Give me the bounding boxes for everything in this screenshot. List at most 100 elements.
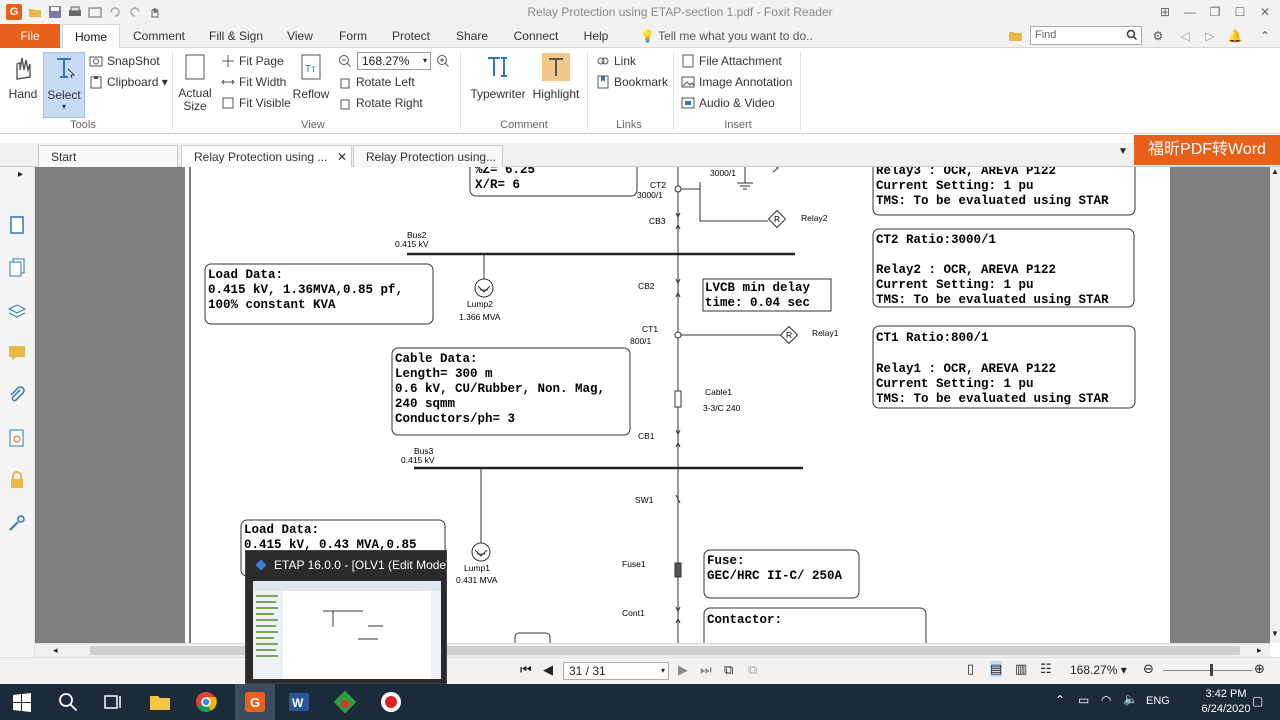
actual-size-button[interactable]: Actual Size: [176, 52, 214, 113]
scroll-up-icon[interactable]: ▲: [1271, 167, 1279, 176]
search-icon[interactable]: [56, 690, 80, 714]
page-icon[interactable]: [7, 215, 27, 235]
file-attachment-button[interactable]: File Attachment: [681, 52, 782, 70]
task-view-icon[interactable]: [101, 690, 125, 714]
hand-button[interactable]: Hand: [6, 52, 40, 101]
lock-icon[interactable]: [7, 470, 27, 490]
gear-icon[interactable]: ⚙: [1148, 26, 1168, 46]
pdf-to-word-banner[interactable]: 福昕PDF转Word: [1134, 135, 1280, 165]
audio-video-button[interactable]: Audio & Video: [681, 94, 775, 112]
tab-start[interactable]: Start: [38, 145, 178, 167]
link-button[interactable]: Link: [596, 52, 636, 70]
close-icon[interactable]: ✕: [1255, 2, 1275, 22]
scroll-left-icon[interactable]: ◂: [53, 645, 58, 656]
continuous-facing-icon[interactable]: ☷: [1040, 661, 1052, 677]
windows-start-icon[interactable]: [10, 690, 34, 714]
signature-icon[interactable]: [7, 428, 27, 448]
tab-view[interactable]: View: [280, 24, 320, 48]
tab-home[interactable]: Home: [62, 24, 120, 49]
screen-recorder-icon[interactable]: [379, 690, 403, 714]
previous-page-icon[interactable]: ◀: [543, 662, 553, 678]
search-icon[interactable]: [1126, 29, 1138, 41]
tab-form[interactable]: Form: [333, 24, 373, 48]
chrome-icon[interactable]: [194, 690, 218, 714]
foxit-taskbar-button[interactable]: G: [235, 684, 275, 720]
tab-list-dropdown-icon[interactable]: ▼: [1118, 146, 1128, 157]
horizontal-scrollbar[interactable]: ◂ ▸: [35, 643, 1270, 657]
scroll-right-icon[interactable]: ▸: [1257, 645, 1262, 656]
comments-icon[interactable]: [7, 343, 27, 363]
notification-icon[interactable]: ▢: [1252, 694, 1263, 708]
wifi-icon[interactable]: ◠: [1101, 693, 1111, 707]
typewriter-button[interactable]: Typewriter: [468, 52, 528, 101]
zoom-select[interactable]: 168.27% ▾: [357, 52, 431, 70]
etap-icon[interactable]: [333, 690, 357, 714]
continuous-page-icon[interactable]: ▤: [990, 661, 1003, 677]
tab-protect[interactable]: Protect: [386, 24, 436, 48]
language-indicator[interactable]: ENG: [1146, 695, 1170, 707]
pages-thumbnail-icon[interactable]: [7, 258, 27, 278]
facing-page-icon[interactable]: ▥: [1015, 661, 1027, 677]
tab-document-2[interactable]: Relay Protection using...: [353, 145, 503, 167]
maximize-icon[interactable]: ☐: [1230, 2, 1250, 22]
next-view-icon[interactable]: ⧉: [748, 662, 757, 678]
snapshot-button[interactable]: SnapShot: [89, 52, 160, 70]
clock[interactable]: 3:42 PM 6/24/2020: [1196, 687, 1256, 717]
tab-share[interactable]: Share: [450, 24, 494, 48]
zoom-out-status-icon[interactable]: ⊖: [1143, 661, 1154, 677]
first-page-icon[interactable]: ⏮: [520, 662, 532, 678]
last-page-icon[interactable]: ⏭: [700, 662, 712, 678]
tab-document-active[interactable]: Relay Protection using ... ✕: [181, 145, 352, 167]
minimize-icon[interactable]: —: [1180, 2, 1200, 22]
forward-icon[interactable]: ▷: [1200, 26, 1220, 46]
rotate-left-button[interactable]: Rotate Left: [338, 73, 415, 91]
fit-visible-button[interactable]: Fit Visible: [221, 94, 291, 112]
back-icon[interactable]: ◁: [1175, 26, 1195, 46]
show-hidden-icons-icon[interactable]: ⌃: [1055, 693, 1065, 707]
restore-icon[interactable]: ❐: [1205, 2, 1225, 22]
select-button[interactable]: Select ▾: [43, 52, 85, 118]
next-page-icon[interactable]: ▶: [678, 662, 688, 678]
attachment-icon[interactable]: [7, 385, 27, 405]
tab-file[interactable]: File: [0, 24, 60, 48]
tab-fill-sign[interactable]: Fill & Sign: [205, 24, 267, 48]
folder-search-icon[interactable]: [1008, 29, 1024, 43]
bell-icon[interactable]: 🔔: [1225, 26, 1245, 46]
document-viewport[interactable]: %Z= 6.25 X/R= 6 3000/1 CT2 3000/1 R Rela…: [35, 167, 1270, 643]
previous-view-icon[interactable]: ⧉: [724, 662, 733, 678]
collapse-ribbon-icon[interactable]: ⌃: [1255, 26, 1275, 46]
layers-icon[interactable]: [7, 301, 27, 321]
vertical-scrollbar[interactable]: ▲ ▼: [1270, 167, 1280, 643]
tab-connect[interactable]: Connect: [508, 24, 564, 48]
tab-help[interactable]: Help: [578, 24, 614, 48]
find-input[interactable]: Find: [1030, 26, 1142, 45]
single-page-icon[interactable]: ▯: [967, 661, 974, 677]
battery-icon[interactable]: ▭: [1078, 693, 1089, 707]
page-number-input[interactable]: 31 / 31 ▾: [563, 662, 669, 680]
zoom-out-icon[interactable]: [338, 54, 352, 68]
highlight-button[interactable]: Highlight: [532, 52, 580, 101]
zoom-slider[interactable]: [1163, 670, 1253, 671]
zoom-slider-handle[interactable]: [1210, 664, 1213, 676]
rotate-right-button[interactable]: Rotate Right: [338, 94, 423, 112]
zoom-in-status-icon[interactable]: ⊕: [1254, 661, 1265, 677]
image-annotation-button[interactable]: Image Annotation: [681, 73, 792, 91]
zoom-in-icon[interactable]: [436, 54, 450, 68]
tell-me-search[interactable]: 💡 Tell me what you want to do..: [640, 24, 813, 48]
file-explorer-icon[interactable]: [148, 690, 172, 714]
expand-panel-icon[interactable]: ▸: [18, 169, 23, 180]
tools-icon[interactable]: [7, 513, 27, 533]
zoom-level[interactable]: 168.27% ▾: [1070, 663, 1127, 677]
ribbon-options-icon[interactable]: ⊞: [1155, 2, 1175, 22]
tab-comment[interactable]: Comment: [128, 24, 190, 48]
fit-width-button[interactable]: Fit Width: [221, 73, 286, 91]
word-icon[interactable]: W: [287, 690, 311, 714]
reflow-button[interactable]: Tт Reflow: [292, 52, 330, 101]
fit-page-button[interactable]: Fit Page: [221, 52, 284, 70]
bookmark-button[interactable]: Bookmark: [596, 73, 668, 91]
taskbar-thumbnail-preview[interactable]: ETAP 16.0.0 - [OLV1 (Edit Mode)]: [245, 550, 453, 684]
volume-icon[interactable]: 🔈: [1123, 692, 1138, 706]
scroll-down-icon[interactable]: ▼: [1271, 629, 1279, 638]
clipboard-button[interactable]: Clipboard ▾: [89, 73, 168, 91]
close-tab-icon[interactable]: ✕: [337, 146, 347, 168]
